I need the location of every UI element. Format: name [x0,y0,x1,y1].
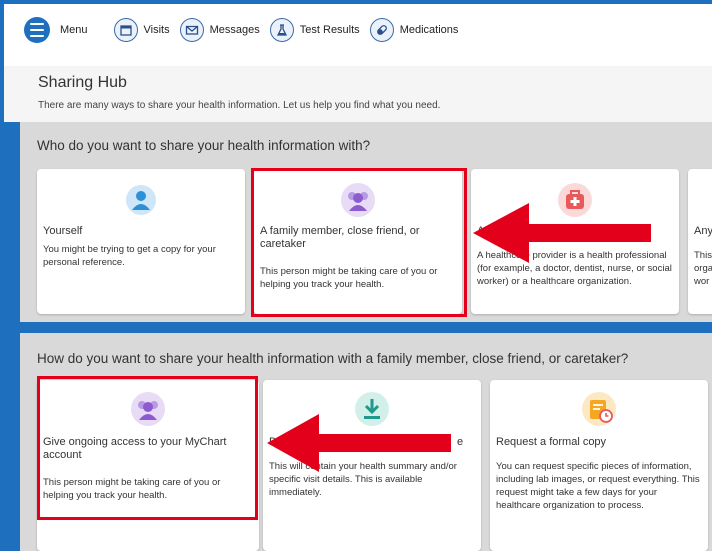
card-title: Any [694,225,712,237]
person-icon [124,183,158,217]
calendar-icon [113,18,138,42]
nav-row: Menu Visits Messages Test Results Medica… [4,12,468,48]
card-title: A [477,225,485,237]
card-title-start: D [269,436,277,448]
how-to-share-section: How do you want to share your health inf… [20,333,712,551]
nav-medications[interactable]: Medications [369,18,459,42]
card-description: This will contain your health summary an… [269,461,457,498]
who-to-share-section: Who do you want to share your health inf… [20,122,712,322]
nav-visits-label: Visits [143,24,170,36]
card-yourself[interactable]: Yourself You might be trying to get a co… [37,169,245,314]
hamburger-icon [24,17,50,43]
document-clock-icon [582,392,616,426]
card-description: This orga wor [694,250,712,287]
card-title-end: e [457,436,464,448]
page-subtitle: There are many ways to share your health… [38,100,441,111]
who-question: Who do you want to share your health inf… [37,138,371,153]
card-family-friend-caretaker[interactable]: A family member, close friend, or careta… [254,169,462,314]
menu-label: Menu [60,24,88,36]
card-description: This person might be taking care of you … [260,266,438,290]
group-icon [341,183,375,217]
nav-messages[interactable]: Messages [179,18,260,42]
card-description: You might be trying to get a copy for yo… [43,244,216,268]
sharing-hub-header: Sharing Hub There are many ways to share… [4,66,712,122]
nav-visits[interactable]: Visits [113,18,170,42]
card-description: You can request specific pieces of infor… [496,461,700,511]
card-anyone-else[interactable]: Any This orga wor [688,169,712,314]
envelope-icon [179,18,204,42]
group-icon [131,392,165,426]
card-title: De [269,436,475,449]
card-title: Request a formal copy [496,436,607,448]
top-navigation: Menu Visits Messages Test Results Medica… [4,4,712,66]
card-title: Yourself [43,225,83,237]
nav-medications-label: Medications [399,24,459,36]
card-give-ongoing-access[interactable]: Give ongoing access to your MyChart acco… [37,380,259,551]
medical-kit-icon [558,183,592,217]
download-icon [355,392,389,426]
card-description: This person might be taking care of you … [43,477,221,501]
card-title: A family member, close friend, or careta… [260,225,420,250]
card-request-formal-copy[interactable]: Request a formal copy You can request sp… [490,380,708,551]
card-description: A healthcare provider is a health profes… [477,250,672,287]
card-title: Give ongoing access to your MyChart acco… [43,436,227,461]
menu-button[interactable]: Menu [4,17,88,43]
nav-test-results[interactable]: Test Results [269,18,360,42]
pill-icon [369,18,394,42]
nav-messages-label: Messages [209,24,260,36]
nav-test-results-label: Test Results [299,24,360,36]
page-title: Sharing Hub [38,74,127,91]
card-healthcare-provider[interactable]: A A healthcare provider is a health prof… [471,169,679,314]
how-question: How do you want to share your health inf… [37,351,629,366]
card-download-summary[interactable]: De This will contain your health summary… [263,380,481,551]
flask-icon [269,18,294,42]
